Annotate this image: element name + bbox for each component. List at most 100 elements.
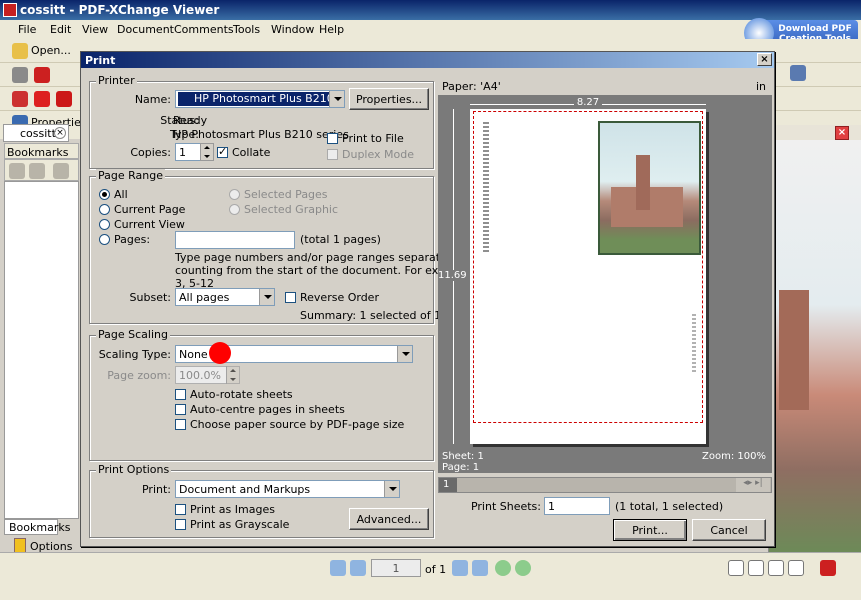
preview-tower	[636, 155, 650, 210]
page-scaling-group-label: Page Scaling	[96, 328, 170, 341]
paper-height-value: 11.69	[438, 270, 467, 281]
reverse-order-checkbox[interactable]	[285, 292, 296, 303]
single-page-icon[interactable]	[728, 560, 744, 576]
menu-tools[interactable]: Tools	[233, 23, 260, 36]
status-value: Ready	[173, 114, 208, 127]
bookmark-add-icon[interactable]	[9, 163, 25, 179]
page-zoom-spinner[interactable]	[226, 366, 240, 384]
print-to-file-checkbox[interactable]	[327, 133, 338, 144]
subset-label: Subset:	[129, 291, 171, 304]
menu-edit[interactable]: Edit	[50, 23, 71, 36]
range-selected-pages-radio[interactable]	[229, 189, 240, 200]
type-value: HP Photosmart Plus B210 series	[173, 128, 349, 141]
dialog-close-button[interactable]: ×	[757, 53, 772, 66]
print-as-grayscale-checkbox[interactable]	[175, 519, 186, 530]
bookmarks-header: Bookmarks	[4, 143, 79, 159]
collate-checkbox[interactable]	[217, 145, 228, 158]
bookmarks-tab[interactable]: Bookmarks	[4, 519, 70, 535]
print-sheets-summary: (1 total, 1 selected)	[615, 500, 724, 513]
auto-centre-label: Auto-centre pages in sheets	[190, 403, 345, 416]
paper-source-checkbox[interactable]	[175, 419, 186, 430]
subset-select[interactable]: All pages	[175, 288, 275, 306]
range-pages-radio[interactable]	[99, 234, 110, 245]
menu-help[interactable]: Help	[319, 23, 344, 36]
range-current-view-radio[interactable]	[99, 219, 110, 230]
printer-name-select[interactable]: HP Photosmart Plus B210 series	[175, 90, 345, 108]
gear-icon[interactable]	[56, 91, 72, 107]
chevron-down-icon[interactable]	[384, 481, 399, 497]
print-sheets-input[interactable]: 1	[544, 497, 610, 515]
chevron-down-icon[interactable]	[259, 289, 274, 305]
print-as-images-checkbox[interactable]	[175, 504, 186, 515]
menu-document[interactable]: Document	[117, 23, 174, 36]
hand-tool-icon[interactable]	[12, 67, 28, 83]
menu-file[interactable]: File	[18, 23, 36, 36]
copies-label: Copies:	[130, 146, 171, 159]
acrobat-icon[interactable]	[34, 67, 50, 83]
range-current-page-label: Current Page	[114, 203, 186, 216]
page-number-input[interactable]: 1	[371, 559, 421, 577]
bookmarks-panel[interactable]	[4, 181, 79, 519]
open-button[interactable]: Open...	[28, 42, 74, 60]
menu-window[interactable]: Window	[271, 23, 314, 36]
print-sheets-label: Print Sheets:	[470, 500, 541, 513]
first-page-icon[interactable]	[330, 560, 346, 576]
close-icon[interactable]: ×	[54, 127, 66, 139]
auto-centre-checkbox[interactable]	[175, 404, 186, 415]
last-page-icon[interactable]	[472, 560, 488, 576]
sheet-tab[interactable]: 1	[439, 478, 457, 492]
menu-comments[interactable]: Comments	[174, 23, 234, 36]
range-current-page-radio[interactable]	[99, 204, 110, 215]
print-what-select[interactable]: Document and Markups	[175, 480, 400, 498]
copies-input[interactable]: 1	[175, 143, 201, 161]
page-number: Page: 1	[442, 462, 480, 473]
pdf-icon[interactable]	[820, 560, 836, 576]
cancel-button[interactable]: Cancel	[692, 519, 766, 541]
duplex-checkbox[interactable]	[327, 149, 338, 160]
range-all-label: All	[114, 188, 128, 201]
reverse-order-label: Reverse Order	[300, 291, 379, 304]
close-document-icon[interactable]: ×	[835, 126, 849, 140]
bookmark-search-icon[interactable]	[53, 163, 69, 179]
stamp-icon[interactable]	[34, 91, 50, 107]
facing-continuous-icon[interactable]	[788, 560, 804, 576]
chevron-down-icon[interactable]	[329, 91, 344, 107]
print-as-grayscale-label: Print as Grayscale	[190, 518, 290, 531]
auto-rotate-checkbox[interactable]	[175, 389, 186, 400]
paper-source-label: Choose paper source by PDF-page size	[190, 418, 405, 431]
document-view[interactable]	[768, 140, 861, 552]
paper-width-value: 8.27	[573, 97, 603, 108]
doc-tab-label: cossitt	[20, 127, 56, 140]
range-all-radio[interactable]	[99, 189, 110, 200]
continuous-icon[interactable]	[748, 560, 764, 576]
back-icon[interactable]	[495, 560, 511, 576]
total-pages-label: (total 1 pages)	[300, 233, 381, 246]
range-selected-pages-label: Selected Pages	[244, 188, 328, 201]
pages-input[interactable]	[175, 231, 295, 249]
next-page-icon[interactable]	[452, 560, 468, 576]
copies-spinner[interactable]	[200, 143, 214, 161]
forward-icon[interactable]	[515, 560, 531, 576]
bookmark-delete-icon[interactable]	[29, 163, 45, 179]
chevron-down-icon[interactable]	[397, 346, 412, 362]
subset-value: All pages	[179, 291, 230, 304]
duplex-label: Duplex Mode	[342, 148, 415, 161]
prev-page-icon[interactable]	[350, 560, 366, 576]
properties-button[interactable]: Properties...	[349, 88, 429, 110]
hammer-icon[interactable]	[790, 65, 806, 81]
bookmarks-toolbar	[4, 159, 79, 181]
page-zoom-label: Page zoom:	[107, 369, 171, 382]
page-range-group-label: Page Range	[96, 169, 165, 182]
sheet-nav-arrows-icon[interactable]: ◂▸ ▸|	[736, 478, 770, 492]
advanced-button[interactable]: Advanced...	[349, 508, 429, 530]
pen-icon[interactable]	[12, 91, 28, 107]
printer-group-label: Printer	[96, 74, 137, 87]
range-selected-graphic-radio[interactable]	[229, 204, 240, 215]
menu-view[interactable]: View	[82, 23, 108, 36]
facing-icon[interactable]	[768, 560, 784, 576]
app-title: cossitt - PDF-XChange Viewer	[20, 3, 220, 17]
page-zoom-input[interactable]: 100.0%	[175, 366, 227, 384]
print-button[interactable]: Print...	[613, 519, 687, 541]
scaling-type-value: None	[179, 348, 208, 361]
menubar: File Edit View Document Comments Tools W…	[0, 20, 861, 39]
